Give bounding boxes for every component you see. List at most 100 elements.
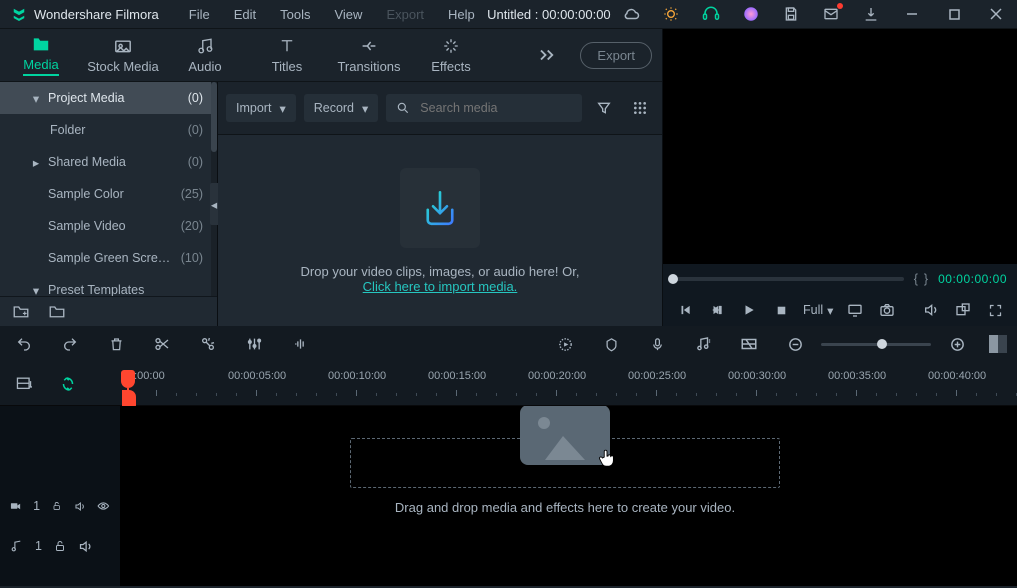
mark-in-icon[interactable]: { bbox=[914, 272, 918, 286]
ruler-tick-label: 00:00:40:00 bbox=[928, 370, 986, 382]
audio-note-icon bbox=[196, 37, 214, 55]
tree-item-sample-green-screen[interactable]: Sample Green Scre… (10) bbox=[0, 242, 217, 274]
tree-item-preset-templates[interactable]: ▾ Preset Templates bbox=[0, 274, 217, 296]
tree-item-shared-media[interactable]: ▸ Shared Media (0) bbox=[0, 146, 217, 178]
render-preview-icon[interactable] bbox=[551, 330, 579, 358]
adjust-icon[interactable] bbox=[240, 330, 268, 358]
save-icon[interactable] bbox=[771, 0, 811, 28]
chevron-down-icon: ▾ bbox=[827, 303, 833, 318]
window-maximize[interactable] bbox=[933, 0, 975, 28]
tab-effects[interactable]: Effects bbox=[410, 29, 492, 82]
display-settings-icon[interactable] bbox=[839, 295, 871, 325]
stop-icon[interactable] bbox=[765, 295, 797, 325]
play-icon[interactable] bbox=[733, 295, 765, 325]
tab-media[interactable]: Media bbox=[0, 29, 82, 82]
more-tabs-chevron-icon[interactable] bbox=[528, 48, 566, 62]
mark-out-icon[interactable]: } bbox=[924, 272, 928, 286]
mute-icon[interactable] bbox=[78, 539, 93, 554]
preview-quality-select[interactable]: Full▾ bbox=[797, 303, 839, 318]
volume-icon[interactable] bbox=[915, 295, 947, 325]
messages-icon[interactable] bbox=[811, 0, 851, 28]
audio-edit-icon[interactable] bbox=[286, 330, 314, 358]
audio-mixer-icon[interactable] bbox=[689, 330, 717, 358]
track-headers: 1 1 bbox=[0, 406, 120, 586]
preview-seekbar[interactable] bbox=[673, 277, 904, 281]
mute-icon[interactable] bbox=[74, 499, 86, 514]
effects-sparkle-icon bbox=[442, 37, 460, 55]
download-update-icon[interactable] bbox=[851, 0, 891, 28]
video-track-icon bbox=[10, 500, 21, 512]
support-icon[interactable] bbox=[691, 0, 731, 28]
auto-ripple-icon[interactable] bbox=[54, 370, 82, 398]
tab-stock-media[interactable]: Stock Media bbox=[82, 29, 164, 82]
unlock-icon[interactable] bbox=[54, 539, 66, 553]
tree-item-sample-video[interactable]: Sample Video (20) bbox=[0, 210, 217, 242]
redo-icon[interactable] bbox=[56, 330, 84, 358]
split-icon[interactable] bbox=[148, 330, 176, 358]
chevron-down-icon: ▾ bbox=[362, 101, 368, 116]
window-minimize[interactable] bbox=[891, 0, 933, 28]
account-avatar-icon[interactable] bbox=[731, 0, 771, 28]
zoom-slider[interactable] bbox=[821, 343, 931, 346]
voiceover-icon[interactable] bbox=[643, 330, 671, 358]
audio-track-header[interactable]: 1 bbox=[0, 526, 120, 566]
zoom-in-icon[interactable] bbox=[943, 330, 971, 358]
import-drop-icon[interactable] bbox=[400, 168, 480, 248]
menu-file[interactable]: File bbox=[177, 2, 222, 27]
record-dropdown[interactable]: Record ▾ bbox=[304, 94, 379, 122]
window-close[interactable] bbox=[975, 0, 1017, 28]
timeline[interactable]: 1 1 Drag and drop media and effects here… bbox=[0, 406, 1017, 586]
ruler-tick-label: 00:00:25:00 bbox=[628, 370, 686, 382]
snapshot-icon[interactable] bbox=[871, 295, 903, 325]
crop-icon[interactable] bbox=[194, 330, 222, 358]
transitions-icon bbox=[359, 37, 379, 55]
search-media-field[interactable] bbox=[386, 94, 582, 122]
project-tree-panel: ▾ Project Media (0) Folder (0) ▸ Shared … bbox=[0, 82, 217, 326]
marker-icon[interactable] bbox=[597, 330, 625, 358]
menu-edit[interactable]: Edit bbox=[222, 2, 268, 27]
video-track-number: 1 bbox=[33, 499, 40, 513]
menu-view[interactable]: View bbox=[322, 2, 374, 27]
video-track-header[interactable]: 1 bbox=[0, 486, 120, 526]
import-link[interactable]: Click here to import media. bbox=[363, 279, 518, 294]
export-button[interactable]: Export bbox=[580, 42, 652, 69]
title-bar: Wondershare Filmora File Edit Tools View… bbox=[0, 0, 1017, 28]
popout-preview-icon[interactable] bbox=[947, 295, 979, 325]
zoom-out-icon[interactable] bbox=[781, 330, 809, 358]
new-folder-icon[interactable] bbox=[12, 304, 30, 319]
notification-dot bbox=[837, 3, 843, 9]
import-dropdown[interactable]: Import ▾ bbox=[226, 94, 296, 122]
step-back-icon[interactable] bbox=[669, 295, 701, 325]
tab-audio[interactable]: Audio bbox=[164, 29, 246, 82]
tree-item-project-media[interactable]: ▾ Project Media (0) bbox=[0, 82, 217, 114]
cloud-icon[interactable] bbox=[611, 0, 651, 28]
preview-viewport[interactable] bbox=[663, 29, 1017, 264]
menu-export: Export bbox=[374, 2, 436, 27]
fullscreen-icon[interactable] bbox=[979, 295, 1011, 325]
zoom-fit-toggle[interactable] bbox=[989, 335, 1007, 353]
grid-view-icon[interactable] bbox=[626, 94, 654, 122]
menu-help[interactable]: Help bbox=[436, 2, 487, 27]
open-folder-icon[interactable] bbox=[48, 304, 66, 319]
frame-back-icon[interactable] bbox=[701, 295, 733, 325]
idea-icon[interactable] bbox=[651, 0, 691, 28]
track-manager-icon[interactable] bbox=[10, 370, 38, 398]
tree-item-folder[interactable]: Folder (0) bbox=[0, 114, 217, 146]
media-panel: ◂ Import ▾ Record ▾ bbox=[218, 82, 662, 326]
drop-instructions: Drop your video clips, images, or audio … bbox=[301, 264, 580, 279]
tab-transitions[interactable]: Transitions bbox=[328, 29, 410, 82]
tab-titles[interactable]: Titles bbox=[246, 29, 328, 82]
delete-icon[interactable] bbox=[102, 330, 130, 358]
timeline-drop-target[interactable] bbox=[350, 438, 780, 488]
search-input[interactable] bbox=[418, 100, 572, 116]
unlock-icon[interactable] bbox=[52, 499, 61, 513]
app-name: Wondershare Filmora bbox=[34, 7, 159, 22]
collapse-tree-handle[interactable]: ◂ bbox=[210, 183, 218, 225]
visibility-icon[interactable] bbox=[97, 500, 110, 512]
timeline-ruler[interactable]: 0:00:0000:00:05:0000:00:10:0000:00:15:00… bbox=[0, 362, 1017, 406]
undo-icon[interactable] bbox=[10, 330, 38, 358]
aspect-ratio-icon[interactable] bbox=[735, 330, 763, 358]
filter-icon[interactable] bbox=[590, 94, 618, 122]
tree-item-sample-color[interactable]: Sample Color (25) bbox=[0, 178, 217, 210]
menu-tools[interactable]: Tools bbox=[268, 2, 322, 27]
